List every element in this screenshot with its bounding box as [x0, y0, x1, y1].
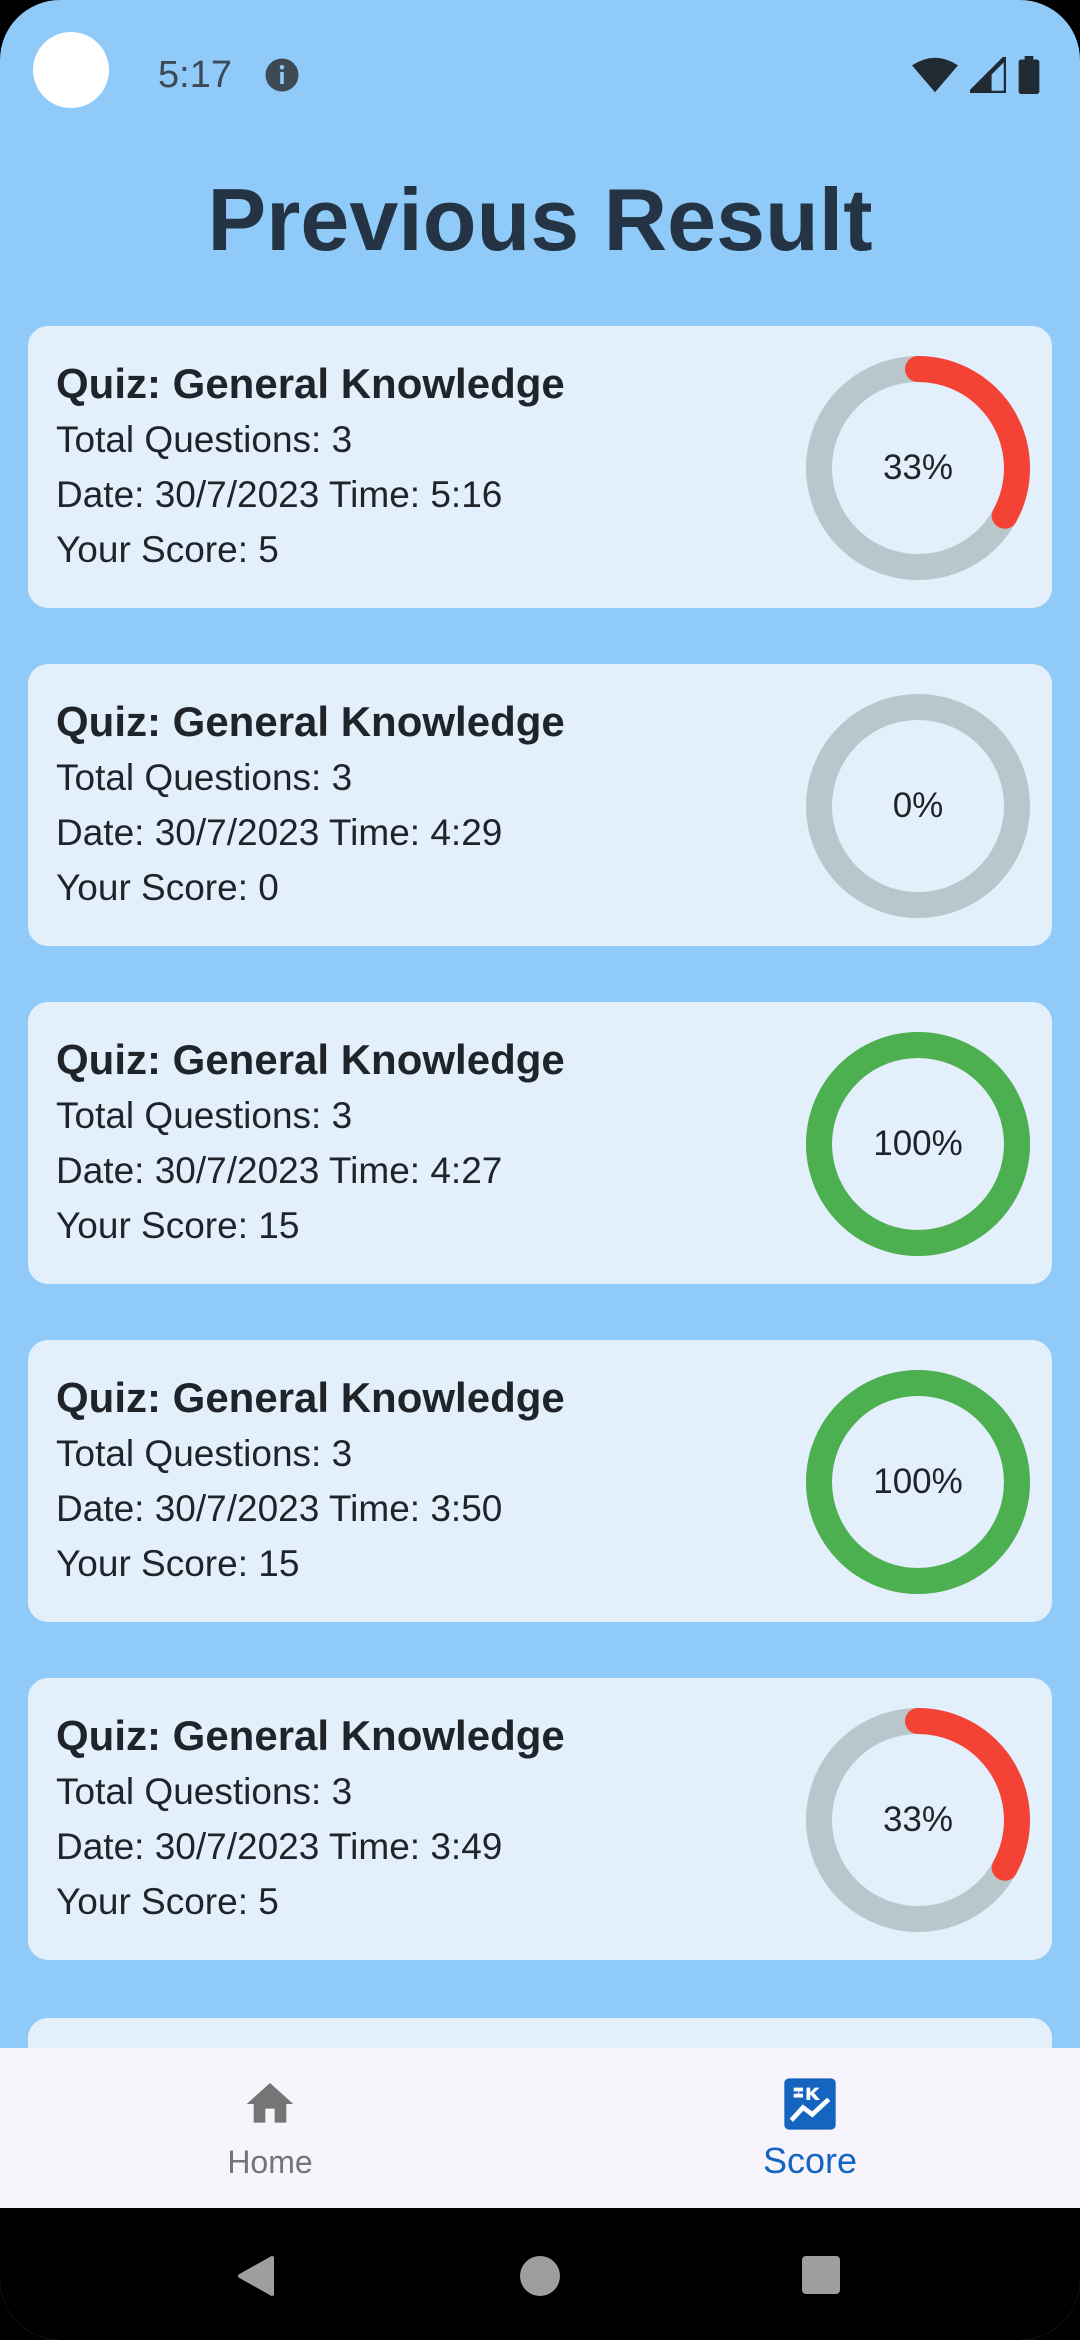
quiz-title: Quiz: General Knowledge — [56, 1374, 565, 1421]
recents-icon[interactable] — [800, 2254, 842, 2296]
quiz-score: Your Score: 0 — [56, 867, 279, 908]
quiz-score: Your Score: 5 — [56, 529, 279, 570]
quiz-title: Quiz: General Knowledge — [56, 698, 565, 745]
info-icon — [265, 58, 299, 92]
app-screen: 5:17 Previous Result Quiz: General Knowl… — [0, 0, 1080, 2340]
status-time: 5:17 — [158, 54, 232, 96]
quiz-score: Your Score: 15 — [56, 1543, 300, 1584]
quiz-datetime: Date: 30/7/2023 Time: 3:49 — [56, 1826, 503, 1867]
result-details: Quiz: General Knowledge Total Questions:… — [56, 1708, 565, 1929]
battery-icon — [1018, 56, 1040, 94]
quiz-datetime: Date: 30/7/2023 Time: 5:16 — [56, 474, 503, 515]
status-bar: 5:17 — [0, 0, 1080, 150]
score-percent: 33% — [882, 448, 954, 487]
quiz-score: Your Score: 5 — [56, 1881, 279, 1922]
quiz-datetime: Date: 30/7/2023 Time: 3:50 — [56, 1488, 503, 1529]
result-card[interactable]: Quiz: General Knowledge Total Questions:… — [28, 664, 1052, 946]
total-questions: Total Questions: 3 — [56, 1771, 353, 1812]
nav-score-tab[interactable]: Score — [540, 2048, 1080, 2208]
result-details: Quiz: General Knowledge Total Questions:… — [56, 694, 565, 915]
result-details: Quiz: General Knowledge Total Questions:… — [56, 1032, 565, 1253]
total-questions: Total Questions: 3 — [56, 1433, 353, 1474]
score-percent: 100% — [873, 1124, 963, 1163]
score-progress-ring: 0% — [806, 694, 1030, 918]
total-questions: Total Questions: 3 — [56, 757, 353, 798]
score-progress-ring: 33% — [806, 1708, 1030, 1932]
quiz-title: Quiz: General Knowledge — [56, 1036, 565, 1083]
result-card[interactable]: Quiz: General Knowledge Total Questions:… — [28, 1002, 1052, 1284]
score-progress-ring: 100% — [806, 1370, 1030, 1594]
bottom-navigation: Home Score — [0, 2048, 1080, 2208]
score-percent: 100% — [873, 1462, 963, 1501]
signal-icon — [970, 57, 1006, 93]
total-questions: Total Questions: 3 — [56, 419, 353, 460]
quiz-title: Quiz: General Knowledge — [56, 1712, 565, 1759]
result-details: Quiz: General Knowledge Total Questions:… — [56, 356, 565, 577]
score-percent: 33% — [882, 1800, 954, 1839]
score-progress-ring: 100% — [806, 1032, 1030, 1256]
home-icon — [246, 2083, 294, 2123]
quiz-title: Quiz: General Knowledge — [56, 360, 565, 407]
home-circle-icon[interactable] — [518, 2254, 562, 2298]
quiz-score: Your Score: 15 — [56, 1205, 300, 1246]
status-icons — [912, 55, 1040, 95]
score-progress-ring: 33% — [806, 356, 1030, 580]
result-card[interactable]: Quiz: General Knowledge Total Questions:… — [28, 1340, 1052, 1622]
page-title: Previous Result — [207, 170, 873, 269]
total-questions: Total Questions: 3 — [56, 1095, 353, 1136]
score-percent: 0% — [892, 786, 944, 825]
system-navigation-bar — [0, 2208, 1080, 2340]
nav-score-label: Score — [762, 2140, 858, 2181]
nav-home-label: Home — [227, 2144, 313, 2180]
result-card[interactable]: Quiz: General Knowledge Total Questions:… — [28, 326, 1052, 608]
result-card[interactable]: Quiz: General Knowledge Total Questions:… — [28, 1678, 1052, 1960]
wifi-icon — [912, 57, 958, 93]
back-icon[interactable] — [236, 2254, 276, 2298]
nav-home-tab[interactable]: Home — [0, 2048, 540, 2208]
score-chart-icon — [784, 2078, 836, 2130]
quiz-datetime: Date: 30/7/2023 Time: 4:29 — [56, 812, 503, 853]
camera-cutout — [33, 32, 109, 108]
result-details: Quiz: General Knowledge Total Questions:… — [56, 1370, 565, 1591]
quiz-datetime: Date: 30/7/2023 Time: 4:27 — [56, 1150, 503, 1191]
